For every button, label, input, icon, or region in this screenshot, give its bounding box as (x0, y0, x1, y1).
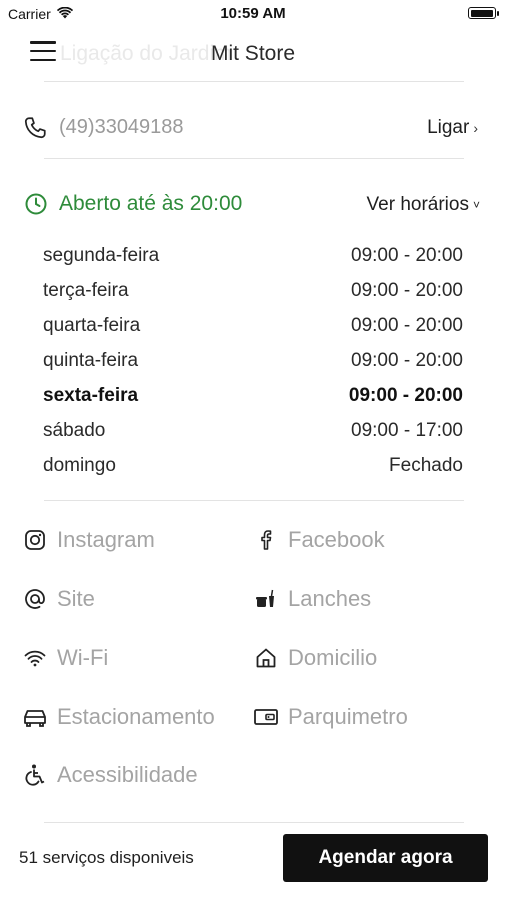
chevron-right-icon: › (473, 120, 478, 136)
view-hours-toggle[interactable]: Ver horários ˅ (367, 194, 480, 216)
amenity-label: Site (57, 586, 95, 611)
amenity-estacionamento[interactable]: Estacionamento (22, 697, 215, 737)
amenity-label: Lanches (288, 586, 372, 611)
phone-number: (49)33049188 (59, 116, 184, 138)
snack-icon (253, 586, 279, 612)
status-bar: Carrier 10:59 AM (0, 0, 506, 28)
services-count: 51 serviços disponiveis (19, 848, 194, 867)
hours-time: 09:00 - 20:00 (348, 384, 463, 406)
car-icon (22, 704, 48, 730)
hours-time: 09:00 - 20:00 (351, 314, 463, 336)
opening-hours-list: segunda-feira 09:00 - 20:00 terça-feira 09… (43, 238, 463, 483)
hours-time: 09:00 - 17:00 (351, 419, 463, 441)
battery-icon (468, 7, 499, 19)
hours-day: quinta-feira (43, 349, 139, 371)
amenity-lanches[interactable]: Lanches (253, 579, 371, 619)
at-icon (22, 586, 48, 612)
amenity-label: Parquimetro (288, 704, 408, 729)
divider (44, 81, 464, 82)
divider (44, 822, 464, 823)
amenity-site[interactable]: Site (22, 579, 95, 619)
hours-row: segunda-feira 09:00 - 20:00 (43, 238, 463, 273)
amenity-instagram[interactable]: Instagram (22, 520, 155, 560)
wifi-icon (22, 645, 48, 671)
open-status-text: Aberto até às 20:00 (59, 192, 243, 215)
instagram-icon (22, 527, 48, 553)
hours-time: 09:00 - 20:00 (351, 244, 463, 266)
hours-row: sexta-feira 09:00 - 20:00 (43, 378, 463, 413)
amenity-label: Acessibilidade (57, 762, 198, 787)
phone-icon (22, 115, 48, 141)
clock-icon (24, 192, 48, 216)
hours-day: domingo (43, 454, 116, 476)
status-time: 10:59 AM (220, 5, 286, 22)
chevron-down-icon: ˅ (472, 198, 480, 212)
hours-row: quinta-feira 09:00 - 20:00 (43, 343, 463, 378)
hours-time: Fechado (389, 454, 463, 476)
hours-time: 09:00 - 20:00 (351, 349, 463, 371)
hours-day: sexta-feira (43, 384, 139, 406)
hours-day: terça-feira (43, 279, 129, 301)
call-label: Ligar (427, 117, 470, 138)
hours-day: segunda-feira (43, 244, 160, 266)
amenity-label: Instagram (57, 527, 155, 552)
hours-day: quarta-feira (43, 314, 141, 336)
facebook-icon (253, 527, 279, 553)
call-button[interactable]: Ligar › (427, 117, 478, 139)
page-title: Mit Store (210, 42, 296, 65)
hours-row: sábado 09:00 - 17:00 (43, 413, 463, 448)
amenity-facebook[interactable]: Facebook (253, 520, 385, 560)
amenity-domicilio[interactable]: Domicilio (253, 638, 377, 678)
amenity-parquimetro[interactable]: Parquimetro (253, 697, 408, 737)
opening-status-row: Aberto até às 20:00 Ver horários ˅ (0, 180, 506, 228)
hours-time: 09:00 - 20:00 (351, 279, 463, 301)
amenity-label: Domicilio (288, 645, 378, 670)
amenity-label: Estacionamento (57, 704, 215, 729)
view-hours-label: Ver horários (366, 194, 469, 215)
amenity-label: Facebook (288, 527, 385, 552)
amenity-acessibilidade[interactable]: Acessibilidade (22, 755, 198, 795)
hours-row: domingo Fechado (43, 448, 463, 483)
amenity-label: Wi-Fi (57, 645, 109, 670)
hours-row: quarta-feira 09:00 - 20:00 (43, 308, 463, 343)
book-now-button[interactable]: Agendar agora (283, 834, 488, 882)
home-icon (253, 645, 279, 671)
hours-row: terça-feira 09:00 - 20:00 (43, 273, 463, 308)
hours-day: sábado (43, 419, 106, 441)
divider (44, 158, 464, 159)
amenity-wifi[interactable]: Wi-Fi (22, 638, 108, 678)
navigation-bar: Ligação do Jardim Mit Store (0, 30, 506, 76)
divider (44, 500, 464, 501)
accessibility-icon (22, 762, 48, 788)
parking-meter-icon (253, 704, 279, 730)
phone-row[interactable]: (49)33049188 Ligar › (0, 100, 506, 156)
